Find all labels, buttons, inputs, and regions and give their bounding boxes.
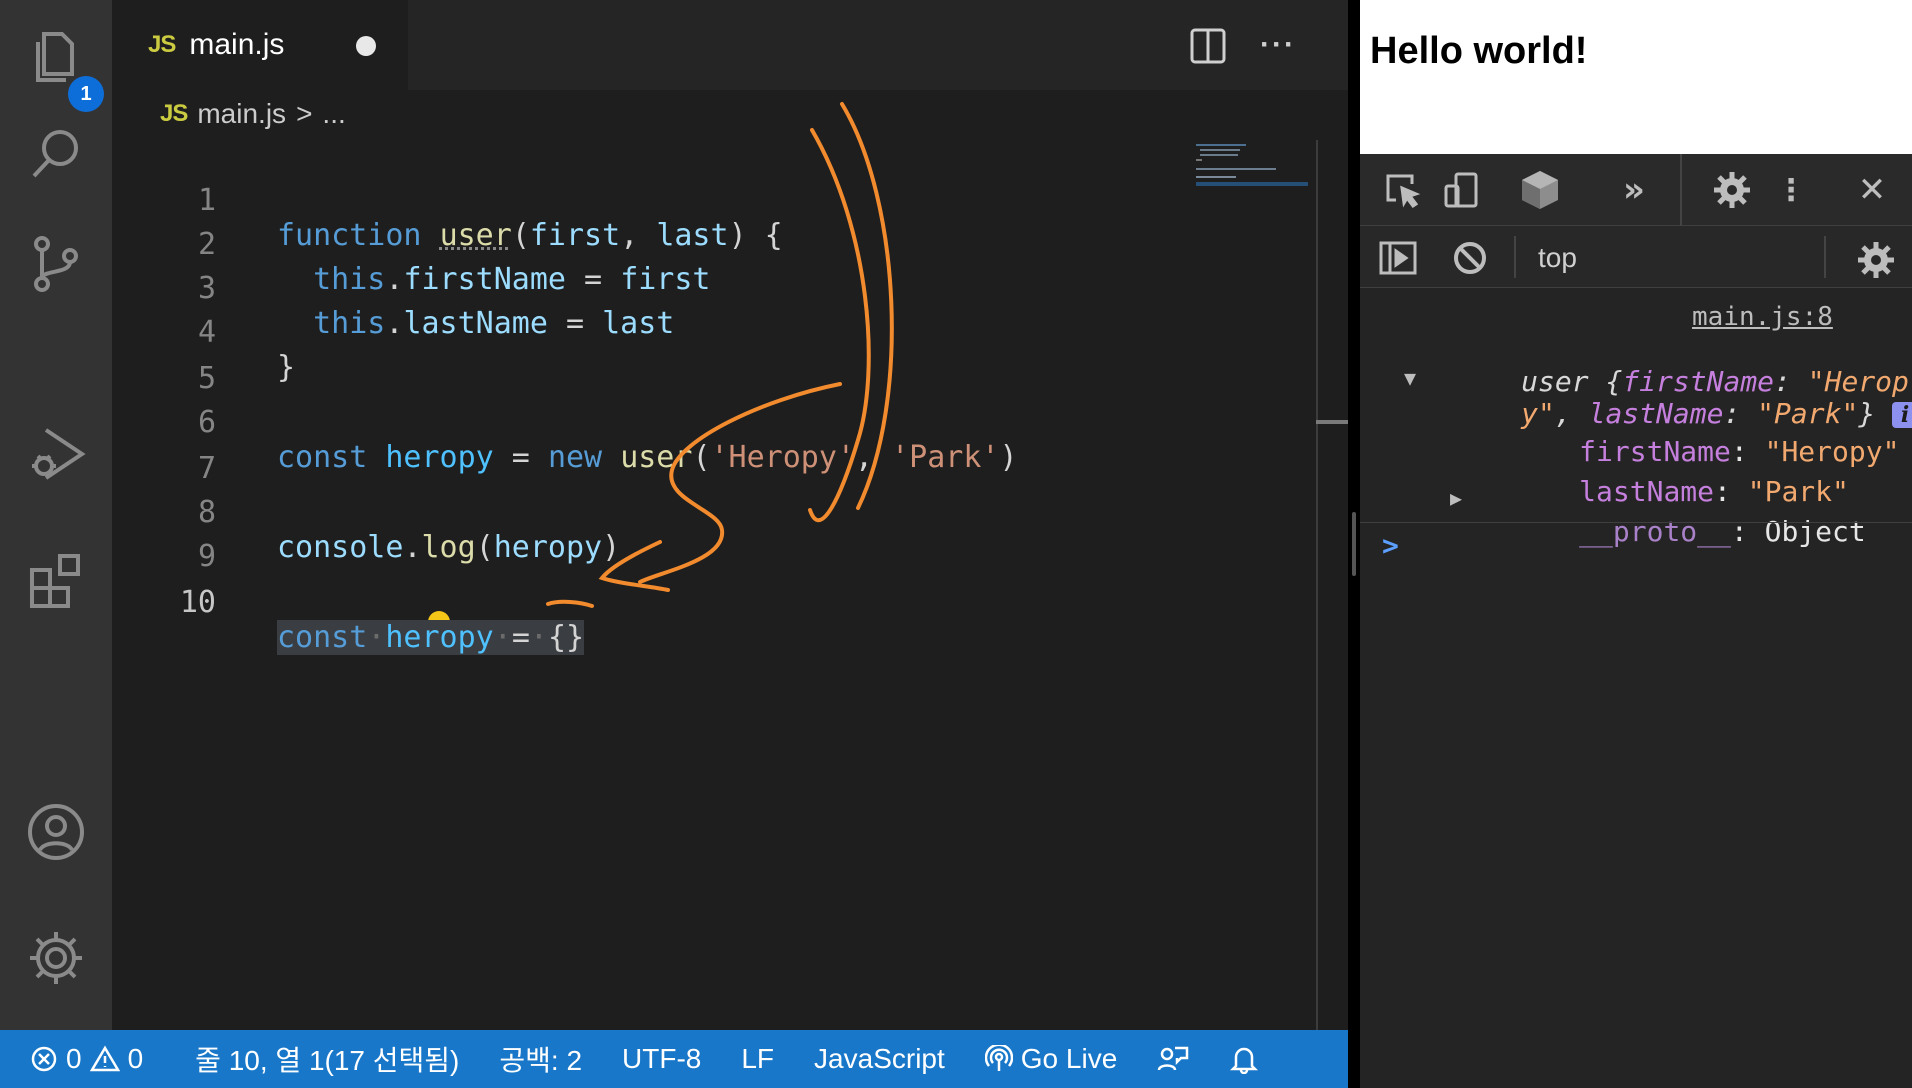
javascript-file-icon: JS <box>148 31 176 58</box>
browser-window: Hello world! » ⋮ ✕ top main.js:8 user {f… <box>1360 0 1912 1088</box>
run-debug-button[interactable] <box>14 410 98 494</box>
toolbar-separator <box>1514 236 1516 278</box>
extension-cube-icon[interactable] <box>1516 166 1564 214</box>
run-debug-icon <box>32 428 86 480</box>
warning-icon <box>89 1045 120 1072</box>
bell-icon <box>1230 1047 1259 1074</box>
devtools-settings-icon[interactable] <box>1710 168 1754 212</box>
language-mode[interactable]: JavaScript <box>814 1043 945 1075</box>
problems-indicator[interactable]: 0 0 <box>30 1043 143 1075</box>
search-button[interactable] <box>14 112 98 196</box>
collapse-triangle-icon[interactable]: ▶ <box>1450 486 1462 510</box>
resize-handle[interactable] <box>1352 512 1356 576</box>
selected-code-text: const·heropy·=·{} <box>277 620 585 655</box>
unsaved-dot-icon[interactable] <box>356 36 376 56</box>
close-devtools-icon[interactable]: ✕ <box>1850 168 1894 212</box>
expand-triangle-icon[interactable]: ▼ <box>1404 366 1416 390</box>
context-selector[interactable]: top <box>1538 238 1577 278</box>
javascript-file-icon: JS <box>160 100 188 127</box>
code-line: 5 <box>112 326 1312 396</box>
source-control-icon <box>34 236 78 292</box>
settings-gear-icon <box>30 932 82 984</box>
minimap[interactable] <box>1196 140 1308 200</box>
status-bar: 0 0 줄 10, 열 1(17 선택됨) 공백: 2 UTF-8 LF Jav… <box>0 1030 1348 1088</box>
breadcrumb-symbol[interactable]: ... <box>322 98 345 130</box>
error-count: 0 <box>66 1043 82 1074</box>
more-actions-icon[interactable]: ··· <box>1260 28 1296 62</box>
editor-scrollbar-thumb[interactable] <box>1316 420 1348 424</box>
page-viewport: Hello world! <box>1360 0 1912 154</box>
devtools-menu-icon[interactable]: ⋮ <box>1776 168 1806 212</box>
log-source-link[interactable]: main.js:8 <box>1692 302 1833 332</box>
clear-console-icon[interactable] <box>1448 236 1492 280</box>
explorer-badge: 1 <box>68 76 104 112</box>
devtools-toolbar: » ⋮ ✕ <box>1360 154 1912 226</box>
code-line: 8 console.log(heropy) <box>112 460 1312 565</box>
toolbar-separator <box>1680 154 1682 226</box>
notifications-button[interactable] <box>1229 1044 1259 1074</box>
end-of-line[interactable]: LF <box>741 1043 774 1075</box>
code-line: 1 function user(first, last) { <box>112 148 1312 253</box>
feedback-icon <box>1158 1046 1189 1071</box>
page-heading: Hello world! <box>1370 30 1588 72</box>
source-control-button[interactable] <box>14 222 98 306</box>
breadcrumb-separator: > <box>296 98 313 129</box>
accounts-button[interactable] <box>14 790 98 874</box>
tab-main-js[interactable]: JS main.js <box>112 0 408 90</box>
error-icon <box>31 1046 57 1072</box>
code-editor[interactable]: 1 function user(first, last) { 2 this.fi… <box>112 140 1316 1030</box>
code-line: 3 this.lastName = last <box>112 236 1312 341</box>
warning-count: 0 <box>127 1043 144 1074</box>
console-toolbar: top <box>1360 226 1912 288</box>
extensions-icon <box>30 554 80 608</box>
tab-label: main.js <box>189 28 285 61</box>
show-sidebar-icon[interactable] <box>1376 236 1420 280</box>
console-settings-icon[interactable] <box>1854 238 1898 282</box>
manage-settings-button[interactable] <box>14 916 98 1000</box>
broadcast-icon <box>984 1045 1013 1071</box>
breadcrumb: JS main.js > ... <box>160 98 346 130</box>
console-output: main.js:8 user {firstName: "Herop ▼ y", … <box>1360 290 1912 1088</box>
feedback-button[interactable] <box>1157 1044 1189 1074</box>
code-line: 9 <box>112 504 1312 642</box>
split-editor-icon[interactable] <box>1186 24 1230 68</box>
code-line: 6 const heropy = new user('Heropy', 'Par… <box>112 370 1312 475</box>
inspect-element-icon[interactable] <box>1380 168 1424 212</box>
cursor-position[interactable]: 줄 10, 열 1(17 선택됨) <box>195 1039 459 1079</box>
prompt-caret-icon: > <box>1382 529 1399 562</box>
extensions-button[interactable] <box>14 538 98 622</box>
encoding[interactable]: UTF-8 <box>622 1043 701 1075</box>
indentation[interactable]: 공백: 2 <box>499 1039 582 1079</box>
line-number: 10 <box>179 585 216 620</box>
more-panels-icon[interactable]: » <box>1612 168 1656 212</box>
explorer-button[interactable]: 1 <box>14 14 104 112</box>
code-line: 7 <box>112 416 1312 486</box>
breadcrumb-file[interactable]: main.js <box>197 98 286 130</box>
code-line: 4 } <box>112 280 1312 385</box>
device-toolbar-icon[interactable] <box>1440 168 1484 212</box>
account-icon <box>28 804 84 860</box>
editor-tab-bar: JS main.js ··· <box>112 0 1348 90</box>
go-live-button[interactable]: Go Live <box>984 1043 1118 1075</box>
code-line: 2 this.firstName = first <box>112 192 1312 297</box>
search-icon <box>32 130 78 178</box>
toolbar-separator <box>1824 236 1826 278</box>
activity-bar: 1 <box>0 0 112 1030</box>
console-prompt[interactable]: > <box>1360 522 1912 572</box>
editor-scrollbar-track <box>1316 140 1318 1030</box>
vscode-window: 1 JS main.js ··· JS main.js > ... 1 func… <box>0 0 1348 1088</box>
go-live-label: Go Live <box>1020 1043 1118 1074</box>
code-line-active: 10 const·heropy·=·{} <box>112 550 1312 655</box>
